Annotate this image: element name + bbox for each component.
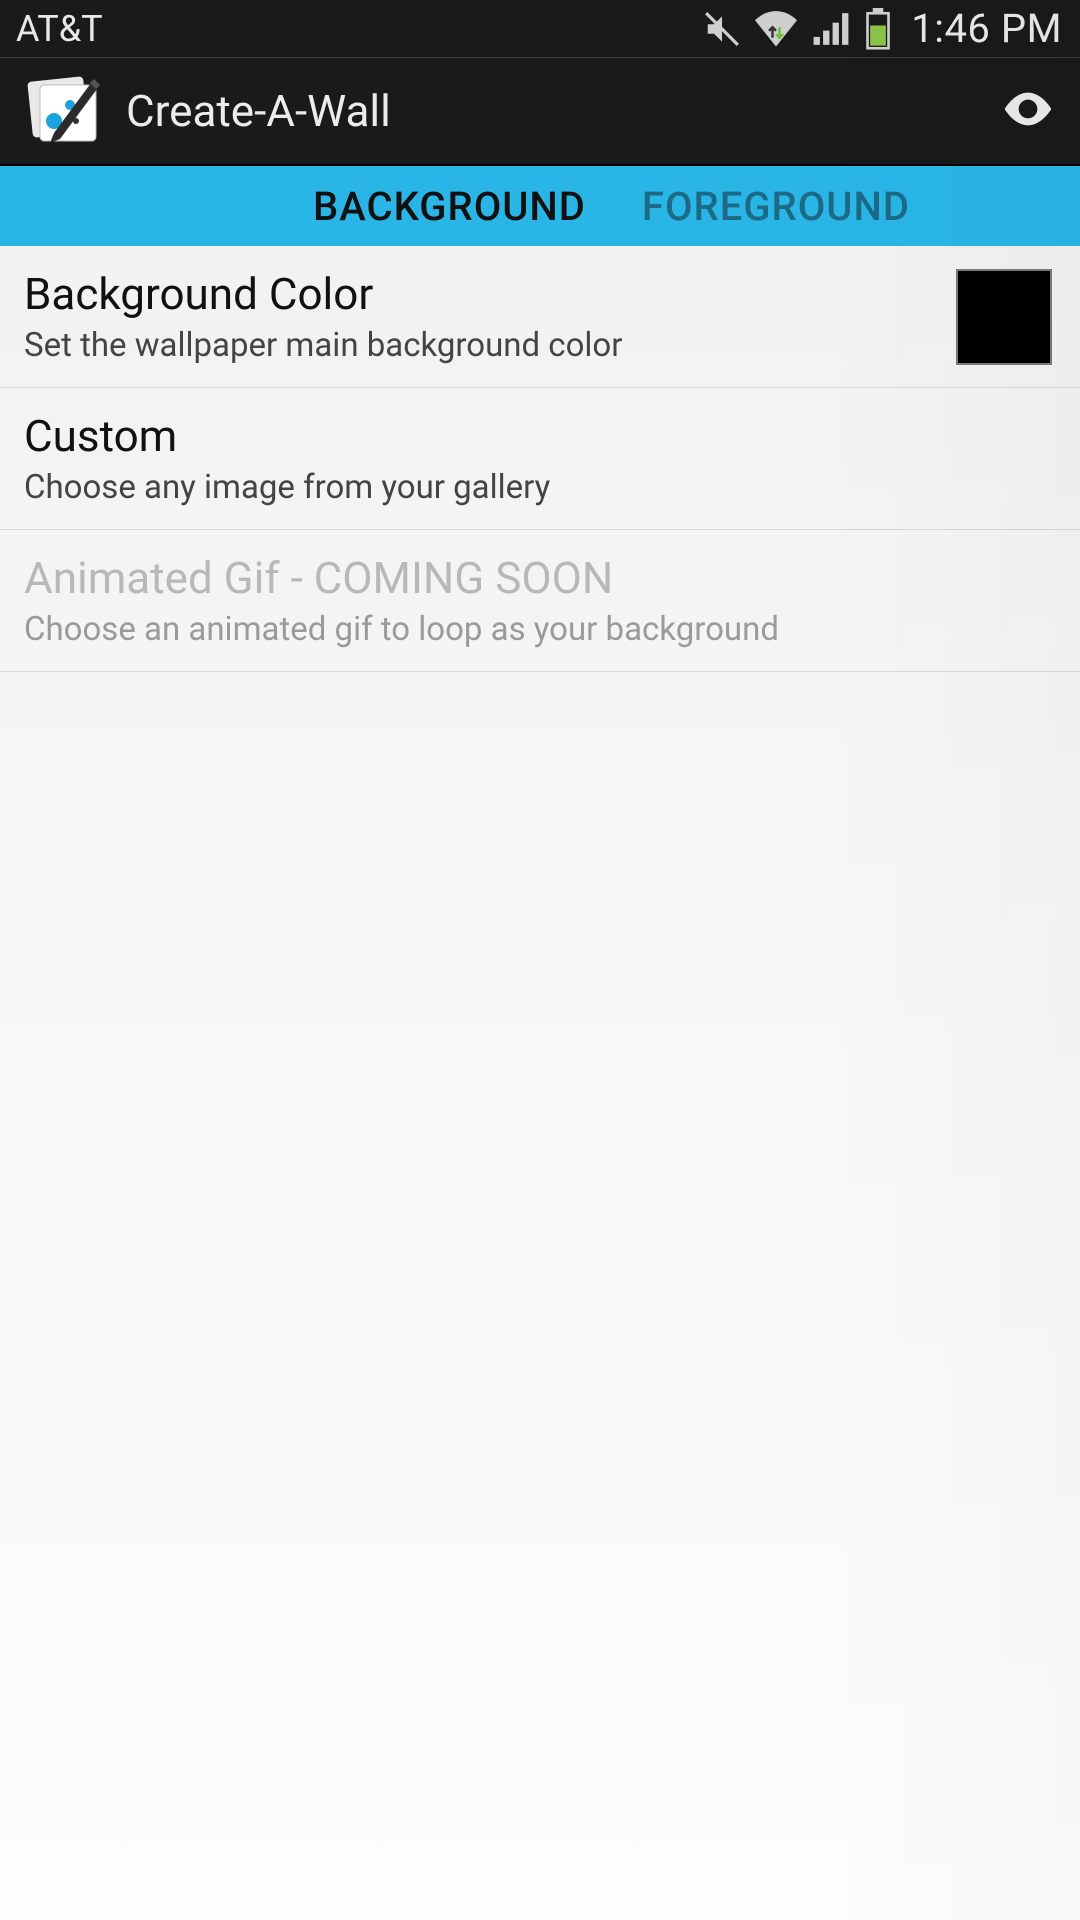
app-bar: Create-A-Wall — [0, 58, 1080, 166]
app-title: Create-A-Wall — [126, 85, 1000, 137]
setting-desc: Choose any image from your gallery — [24, 468, 1056, 507]
setting-desc: Choose an animated gif to loop as your b… — [24, 610, 1056, 649]
status-bar: AT&T — [0, 0, 1080, 58]
battery-icon — [865, 8, 891, 50]
carrier-label: AT&T — [16, 8, 703, 50]
app-icon — [24, 69, 108, 153]
tab-foreground[interactable]: FOREGROUND — [614, 166, 938, 246]
color-swatch[interactable] — [956, 269, 1052, 365]
setting-title: Animated Gif - COMING SOON — [24, 552, 1056, 604]
tab-background[interactable]: BACKGROUND — [285, 166, 614, 246]
status-icons: 1:46 PM — [703, 5, 1062, 52]
clock: 1:46 PM — [911, 5, 1062, 52]
wifi-icon — [755, 10, 797, 48]
preview-icon[interactable] — [1000, 81, 1056, 141]
setting-text: Background Color Set the wallpaper main … — [24, 268, 936, 365]
setting-text: Animated Gif - COMING SOON Choose an ani… — [24, 552, 1056, 649]
tab-bar: BACKGROUND FOREGROUND — [0, 166, 1080, 246]
setting-custom-image[interactable]: Custom Choose any image from your galler… — [0, 388, 1080, 530]
setting-desc: Set the wallpaper main background color — [24, 326, 936, 365]
settings-list: Background Color Set the wallpaper main … — [0, 246, 1080, 672]
setting-title: Custom — [24, 410, 1056, 462]
setting-animated-gif: Animated Gif - COMING SOON Choose an ani… — [0, 530, 1080, 672]
setting-background-color[interactable]: Background Color Set the wallpaper main … — [0, 246, 1080, 388]
setting-title: Background Color — [24, 268, 936, 320]
mute-icon — [703, 10, 741, 48]
signal-icon — [811, 10, 851, 48]
setting-text: Custom Choose any image from your galler… — [24, 410, 1056, 507]
tab-spacer — [0, 166, 285, 246]
